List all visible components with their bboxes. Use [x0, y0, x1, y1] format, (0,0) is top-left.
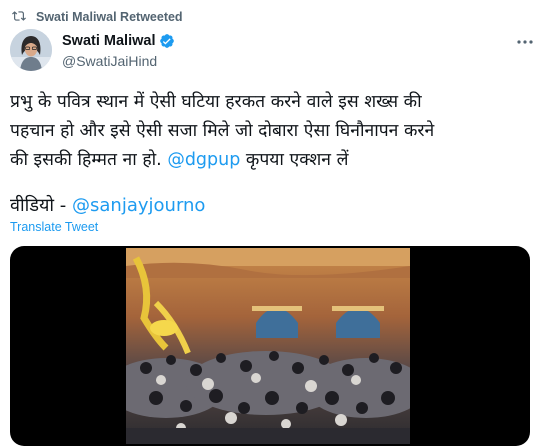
tweet-line-3: की इसकी हिम्मत ना हो. — [10, 150, 168, 170]
video-player[interactable] — [10, 246, 530, 446]
mention-dgpup-link[interactable]: @dgpup — [167, 150, 240, 170]
retweet-icon — [12, 9, 26, 26]
retweet-header[interactable]: Swati Maliwal Retweeted — [12, 6, 183, 28]
more-options-icon[interactable] — [515, 32, 535, 52]
tweet-line-2: पहचान हो और इसे ऐसी सजा मिले जो दोबारा ऐ… — [10, 121, 435, 141]
translate-tweet-link[interactable]: Translate Tweet — [10, 220, 98, 234]
verified-badge-icon — [159, 33, 175, 49]
tweet-line-3-end: कृपया एक्शन लें — [240, 150, 349, 170]
tweet-line-1: प्रभु के पवित्र स्थान में ऐसी घटिया हरकत… — [10, 92, 422, 112]
retweet-label: Swati Maliwal Retweeted — [36, 10, 183, 24]
author-block: Swati Maliwal @SwatiJaiHind — [62, 31, 175, 71]
video-thumbnail — [126, 248, 410, 444]
video-credit: वीडियो - @sanjayjourno — [10, 193, 205, 219]
avatar[interactable] — [10, 29, 52, 71]
author-handle[interactable]: @SwatiJaiHind — [62, 51, 175, 71]
tweet-text: प्रभु के पवित्र स्थान में ऐसी घटिया हरकत… — [10, 88, 538, 175]
author-name[interactable]: Swati Maliwal — [62, 31, 155, 51]
video-credit-label: वीडियो - — [10, 195, 73, 216]
mention-sanjayjourno-link[interactable]: @sanjayjourno — [72, 195, 205, 216]
